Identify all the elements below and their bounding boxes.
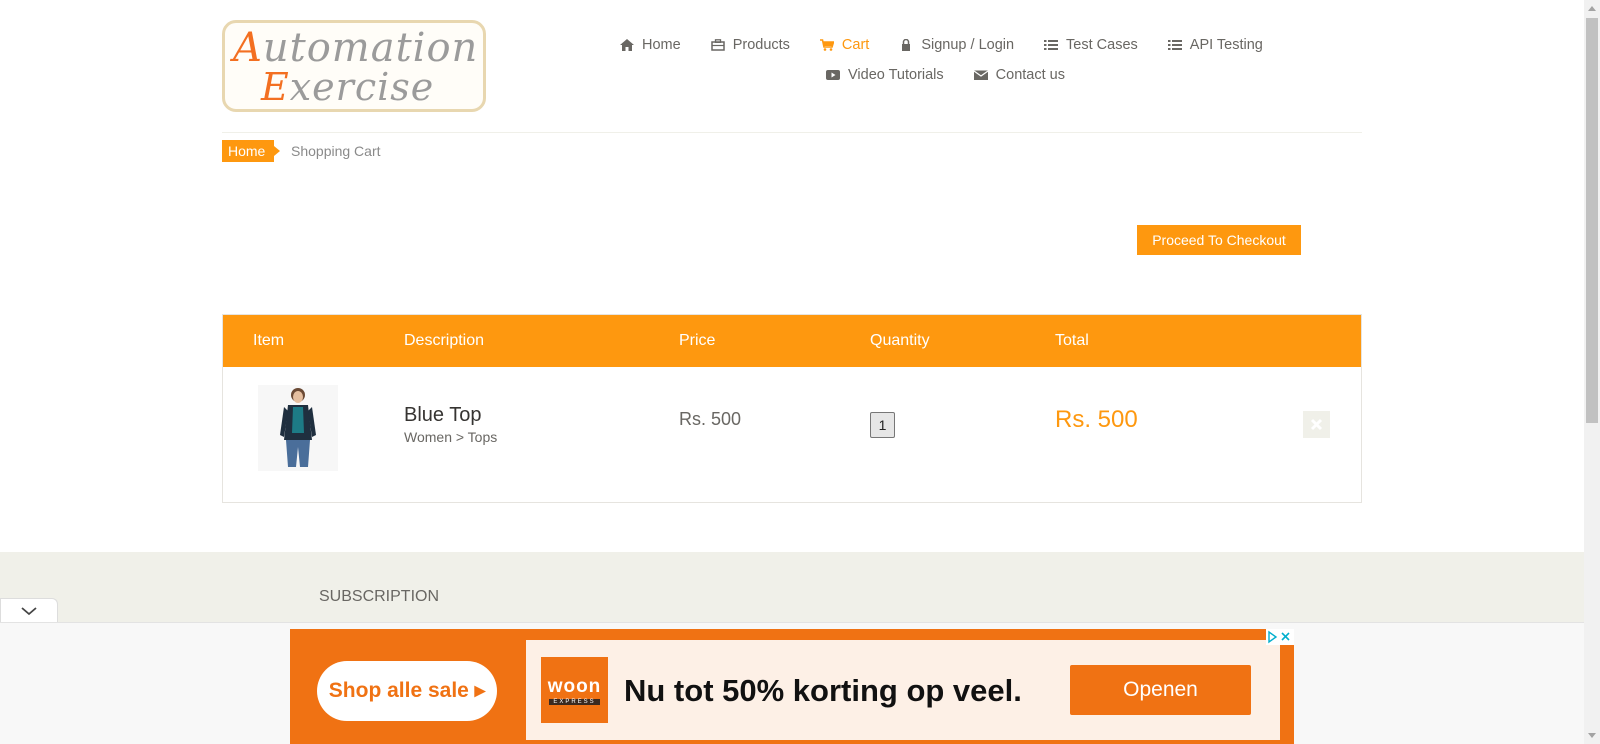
ad-brand-logo: woon EXPRESS [541,657,608,723]
product-price: Rs. 500 [679,409,742,429]
ad-shop-sale-button[interactable]: Shop alle sale ▸ [317,661,497,721]
product-category: Women > Tops [404,429,498,445]
header-price: Price [679,332,716,349]
ad-banner[interactable]: Shop alle sale ▸ woon EXPRESS Nu tot 50%… [290,629,1294,744]
footer-subscription-section [0,552,1584,632]
list-icon [1167,40,1182,50]
quantity-button[interactable]: 1 [870,412,895,438]
product-name-link[interactable]: Blue Top [404,404,481,427]
site-logo[interactable]: Automation Exercise [222,20,486,112]
header-divider [222,132,1362,133]
lock-icon [902,39,911,51]
header-total: Total [1055,332,1089,349]
nav-signup-login-label: Signup / Login [921,37,1015,53]
cart-table-header: Item Description Price Quantity Total [223,315,1361,367]
nav-row-1: Home Products Cart Signup / Login Test C… [620,30,1280,60]
ad-headline: Nu tot 50% korting op veel. [624,673,1022,708]
header-quantity: Quantity [870,332,930,349]
nav-cart[interactable]: Cart [819,37,870,53]
proceed-to-checkout-button[interactable]: Proceed To Checkout [1137,225,1301,255]
youtube-play-icon [826,70,840,80]
cart-table: Item Description Price Quantity Total Bl… [222,314,1362,503]
ad-brand-sub: EXPRESS [549,699,600,705]
nav-row-2: Video Tutorials Contact us [620,60,1280,90]
nav-video-tutorials-label: Video Tutorials [848,67,944,83]
nav-products[interactable]: Products [710,37,790,53]
breadcrumb-current: Shopping Cart [291,143,381,159]
ad-collapse-toggle[interactable] [0,598,58,622]
delete-item-button[interactable] [1303,411,1330,438]
subscription-title: SUBSCRIPTION [319,588,440,605]
nav-home-label: Home [642,37,681,53]
ad-content-panel: woon EXPRESS Nu tot 50% korting op veel.… [526,640,1280,740]
ad-open-button[interactable]: Openen [1070,665,1251,715]
nav-products-label: Products [732,37,790,53]
nav-contact-us[interactable]: Contact us [973,67,1065,83]
nav-test-cases-label: Test Cases [1066,37,1138,53]
nav-home[interactable]: Home [620,37,681,53]
product-total: Rs. 500 [1055,406,1138,433]
header-description: Description [404,332,485,349]
page-scrollbar[interactable] [1584,0,1600,744]
nav-signup-login[interactable]: Signup / Login [899,37,1014,53]
nav-api-testing[interactable]: API Testing [1167,37,1263,53]
nav-api-testing-label: API Testing [1189,37,1263,53]
adchoices-icon [1268,630,1290,644]
header-item: Item [253,332,285,349]
products-icon [710,39,725,51]
ad-choices[interactable] [1266,629,1294,645]
scroll-down-arrow-icon[interactable] [1588,733,1596,738]
envelope-icon [973,70,988,80]
scroll-up-arrow-icon[interactable] [1588,6,1596,11]
nav-contact-us-label: Contact us [995,67,1065,83]
nav-video-tutorials[interactable]: Video Tutorials [826,67,944,83]
breadcrumb-home[interactable]: Home [222,140,281,162]
product-image[interactable] [258,385,338,471]
chevron-down-icon [21,607,37,616]
scrollbar-thumb[interactable] [1586,18,1598,423]
close-icon [1310,418,1323,431]
ad-brand-name: woon [547,676,602,697]
cart-icon [819,39,834,51]
nav-cart-label: Cart [841,37,870,53]
home-icon [620,39,634,51]
main-nav: Home Products Cart Signup / Login Test C… [620,30,1280,90]
list-icon [1044,40,1059,50]
nav-test-cases[interactable]: Test Cases [1044,37,1138,53]
logo-line-2: Exercise [261,65,435,109]
